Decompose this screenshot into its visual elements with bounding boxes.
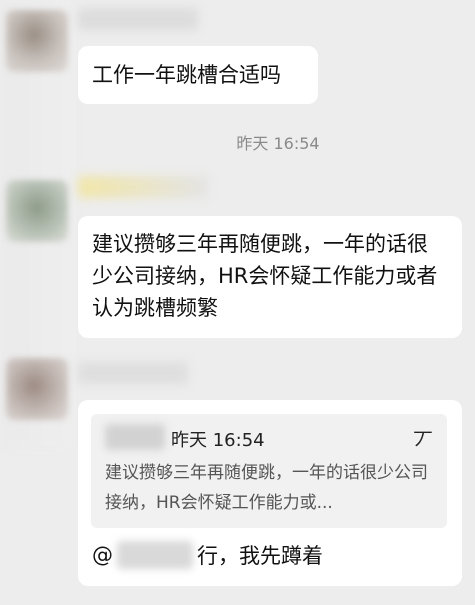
message-bubble[interactable]: 工作一年跳槽合适吗 bbox=[78, 46, 318, 104]
timestamp: 昨天 16:54 bbox=[236, 134, 320, 153]
avatar[interactable] bbox=[6, 180, 68, 242]
quoted-text: 建议攒够三年再随便跳，一年的话很少公司接纳，HR会怀疑工作能力或... bbox=[105, 463, 428, 513]
sender-name-blurred bbox=[78, 362, 188, 384]
quote-collapse-icon[interactable]: 丆 bbox=[413, 424, 433, 453]
mention-name-blurred bbox=[117, 541, 193, 569]
avatar[interactable] bbox=[6, 358, 68, 420]
sender-name-blurred bbox=[78, 176, 208, 198]
sender-name-blurred bbox=[78, 8, 198, 30]
mention-at-symbol: @ bbox=[92, 543, 113, 567]
reply-text: 行，我先蹲着 bbox=[197, 544, 323, 568]
message-bubble[interactable]: 建议攒够三年再随便跳，一年的话很少公司接纳，HR会怀疑工作能力或者认为跳槽频繁 bbox=[78, 216, 462, 338]
quoted-message[interactable]: 昨天 16:54 丆 建议攒够三年再随便跳，一年的话很少公司接纳，HR会怀疑工作… bbox=[91, 414, 447, 528]
quoted-timestamp: 昨天 16:54 bbox=[171, 430, 265, 451]
message-text: 工作一年跳槽合适吗 bbox=[92, 63, 281, 87]
reply-message-bubble[interactable]: 昨天 16:54 丆 建议攒够三年再随便跳，一年的话很少公司接纳，HR会怀疑工作… bbox=[78, 400, 462, 586]
message-text: 建议攒够三年再随便跳，一年的话很少公司接纳，HR会怀疑工作能力或者认为跳槽频繁 bbox=[92, 232, 438, 320]
reply-line: @ 行，我先蹲着 bbox=[92, 540, 323, 570]
avatar[interactable] bbox=[6, 10, 68, 72]
quoted-sender-name-blurred bbox=[105, 424, 165, 450]
